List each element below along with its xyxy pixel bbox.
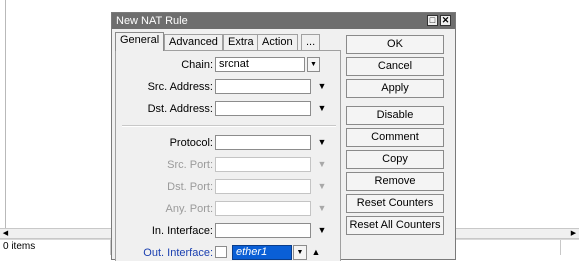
item-count: 0 items: [3, 241, 36, 252]
src-port-input: [215, 157, 311, 172]
dst-port-input: [215, 179, 311, 194]
protocol-expand-icon[interactable]: ▼: [316, 135, 328, 150]
reset-counters-button[interactable]: Reset Counters: [346, 194, 444, 213]
src-port-row: Src. Port: ▼: [116, 156, 342, 174]
out-interface-negate-checkbox[interactable]: [215, 246, 227, 258]
in-interface-label: In. Interface:: [151, 225, 213, 237]
apply-button[interactable]: Apply: [346, 79, 444, 98]
restore-icon[interactable]: □: [427, 15, 438, 26]
general-panel: Chain: srcnat ▼ Src. Address: ▼ Dst. Add…: [115, 50, 341, 261]
new-nat-rule-dialog: New NAT Rule □ ✕ General Advanced Extra …: [111, 12, 456, 261]
in-interface-expand-icon[interactable]: ▼: [316, 223, 328, 238]
tab-more[interactable]: ...: [301, 34, 321, 50]
src-address-label: Src. Address:: [147, 81, 213, 93]
tab-action[interactable]: Action: [257, 34, 298, 50]
remove-button[interactable]: Remove: [346, 172, 444, 191]
dst-address-label: Dst. Address:: [147, 103, 213, 115]
copy-button[interactable]: Copy: [346, 150, 444, 169]
status-divider: [560, 240, 561, 255]
dst-address-input[interactable]: [215, 101, 311, 116]
chain-label: Chain:: [181, 59, 213, 71]
protocol-input[interactable]: [215, 135, 311, 150]
chain-dropdown-icon[interactable]: ▼: [307, 57, 320, 72]
dialog-title: New NAT Rule: [116, 15, 188, 27]
any-port-expand-icon: ▼: [317, 203, 327, 213]
any-port-row: Any. Port: ▼: [116, 200, 342, 218]
src-address-expand-icon[interactable]: ▼: [316, 79, 328, 94]
reset-all-counters-button[interactable]: Reset All Counters: [346, 216, 444, 235]
out-interface-collapse-icon[interactable]: ▲: [310, 245, 322, 260]
cancel-button[interactable]: Cancel: [346, 57, 444, 76]
dst-address-expand-icon[interactable]: ▼: [316, 101, 328, 116]
dst-port-expand-icon: ▼: [317, 181, 327, 191]
ok-button[interactable]: OK: [346, 35, 444, 54]
out-interface-input[interactable]: ether1: [232, 245, 292, 260]
close-icon[interactable]: ✕: [440, 15, 451, 26]
protocol-row: Protocol: ▼: [116, 134, 342, 152]
in-interface-row: In. Interface: ▼: [116, 222, 342, 240]
dst-address-row: Dst. Address: ▼: [116, 100, 342, 118]
section-divider: [122, 125, 336, 127]
in-interface-input[interactable]: [215, 223, 311, 238]
tab-extra[interactable]: Extra: [223, 34, 259, 50]
tab-general[interactable]: General: [115, 32, 165, 51]
dst-port-label: Dst. Port:: [167, 181, 213, 193]
src-address-input[interactable]: [215, 79, 311, 94]
tab-advanced[interactable]: Advanced: [164, 34, 223, 50]
scroll-left-icon[interactable]: ◀: [1, 229, 10, 238]
list-border: [5, 0, 6, 228]
scroll-right-icon[interactable]: ▶: [569, 229, 578, 238]
chain-input[interactable]: srcnat: [215, 57, 305, 72]
src-address-row: Src. Address: ▼: [116, 78, 342, 96]
dialog-titlebar[interactable]: New NAT Rule □ ✕: [112, 13, 455, 29]
out-interface-label: Out. Interface:: [143, 247, 213, 259]
disable-button[interactable]: Disable: [346, 106, 444, 125]
any-port-label: Any. Port:: [165, 203, 213, 215]
src-port-expand-icon: ▼: [317, 159, 327, 169]
dst-port-row: Dst. Port: ▼: [116, 178, 342, 196]
out-interface-dropdown-icon[interactable]: ▼: [293, 245, 307, 260]
comment-button[interactable]: Comment: [346, 128, 444, 147]
chain-row: Chain: srcnat ▼: [116, 56, 342, 74]
src-port-label: Src. Port:: [167, 159, 213, 171]
out-interface-row: Out. Interface: ether1 ▼ ▲: [116, 244, 342, 262]
any-port-input: [215, 201, 311, 216]
protocol-label: Protocol:: [169, 137, 213, 149]
